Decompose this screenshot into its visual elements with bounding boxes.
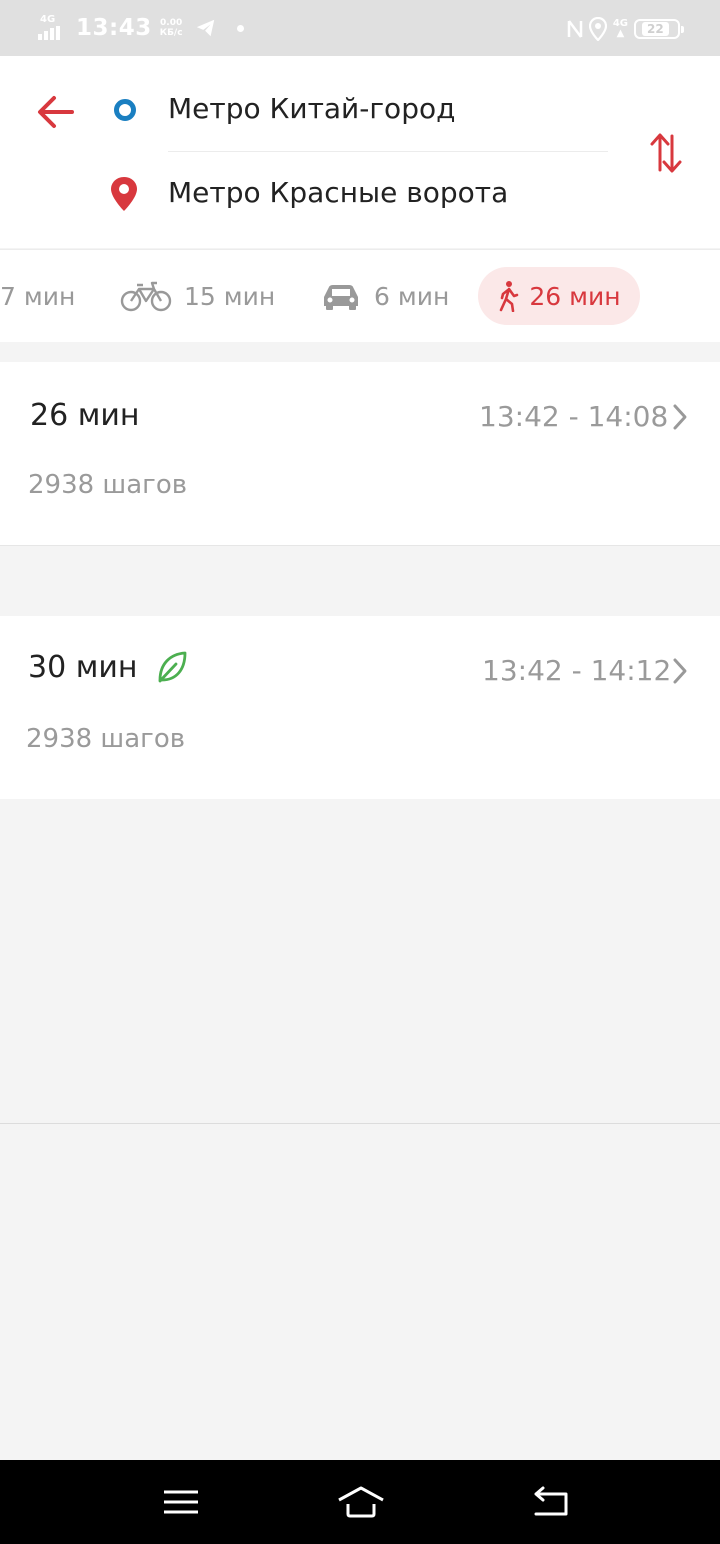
location-icon bbox=[588, 17, 607, 41]
navigation-bar bbox=[0, 1460, 720, 1544]
back-icon[interactable] bbox=[526, 1482, 576, 1522]
pedestrian-icon bbox=[500, 281, 519, 312]
tab-car-label: 6 мин bbox=[374, 281, 450, 311]
network-speed: 0.00 КБ/с bbox=[160, 18, 183, 38]
nfc-icon bbox=[567, 20, 583, 38]
tab-bike[interactable]: 15 мин bbox=[120, 267, 275, 325]
content-divider bbox=[0, 1123, 720, 1124]
chevron-right-icon bbox=[673, 404, 687, 430]
route-header: Метро Китай-город Метро Красные ворота bbox=[0, 56, 720, 248]
battery-icon: 22 bbox=[634, 19, 684, 39]
home-icon[interactable] bbox=[336, 1482, 386, 1522]
route-times: 13:42 - 14:12 bbox=[482, 654, 672, 687]
chevron-right-icon bbox=[673, 658, 687, 684]
tab-transit-label: 7 мин bbox=[0, 281, 76, 311]
status-right: 4G ▲ 22 bbox=[567, 14, 684, 44]
network-type: 4G bbox=[40, 14, 56, 25]
notification-dot-icon bbox=[236, 24, 244, 32]
origin-field[interactable]: Метро Китай-город bbox=[168, 92, 455, 125]
swap-vertical-icon[interactable] bbox=[646, 130, 686, 176]
battery-level: 22 bbox=[642, 22, 669, 36]
tab-transit[interactable]: 7 мин bbox=[0, 267, 75, 325]
tab-walk-label: 26 мин bbox=[529, 281, 621, 311]
signal-icon: 4G bbox=[38, 14, 72, 42]
telegram-icon bbox=[196, 19, 214, 37]
status-bar: 4G 13:43 0.00 КБ/с 4G ▲ 22 bbox=[0, 0, 720, 56]
tab-bike-label: 15 мин bbox=[184, 281, 276, 311]
network-right: 4G ▲ bbox=[612, 18, 628, 39]
tab-walk[interactable]: 26 мин bbox=[478, 267, 640, 325]
transport-tabs: 7 мин 15 мин 6 мин 26 мин bbox=[0, 249, 720, 342]
route-option-2[interactable]: 30 мин 13:42 - 14:12 2938 шагов bbox=[0, 616, 720, 799]
leaf-icon bbox=[158, 651, 187, 683]
status-time: 13:43 bbox=[76, 15, 152, 41]
status-left: 4G 13:43 0.00 КБ/с bbox=[38, 12, 244, 44]
tab-car[interactable]: 6 мин bbox=[320, 267, 449, 325]
origin-marker-icon bbox=[114, 99, 136, 121]
destination-field[interactable]: Метро Красные ворота bbox=[168, 176, 508, 209]
car-icon bbox=[324, 285, 358, 310]
destination-pin-icon bbox=[111, 177, 137, 211]
route-duration: 26 мин bbox=[30, 398, 140, 433]
route-steps: 2938 шагов bbox=[28, 470, 188, 500]
route-option-1[interactable]: 26 мин 13:42 - 14:08 2938 шагов bbox=[0, 362, 720, 546]
route-duration: 30 мин bbox=[28, 650, 138, 685]
menu-icon[interactable] bbox=[156, 1482, 206, 1522]
bicycle-icon bbox=[120, 281, 172, 312]
network-speed-value: 0.00 bbox=[160, 18, 183, 28]
route-steps: 2938 шагов bbox=[26, 724, 186, 754]
route-times: 13:42 - 14:08 bbox=[479, 400, 669, 433]
route-divider bbox=[168, 151, 608, 152]
back-arrow-icon[interactable] bbox=[34, 92, 78, 132]
network-speed-unit: КБ/с bbox=[159, 28, 183, 38]
